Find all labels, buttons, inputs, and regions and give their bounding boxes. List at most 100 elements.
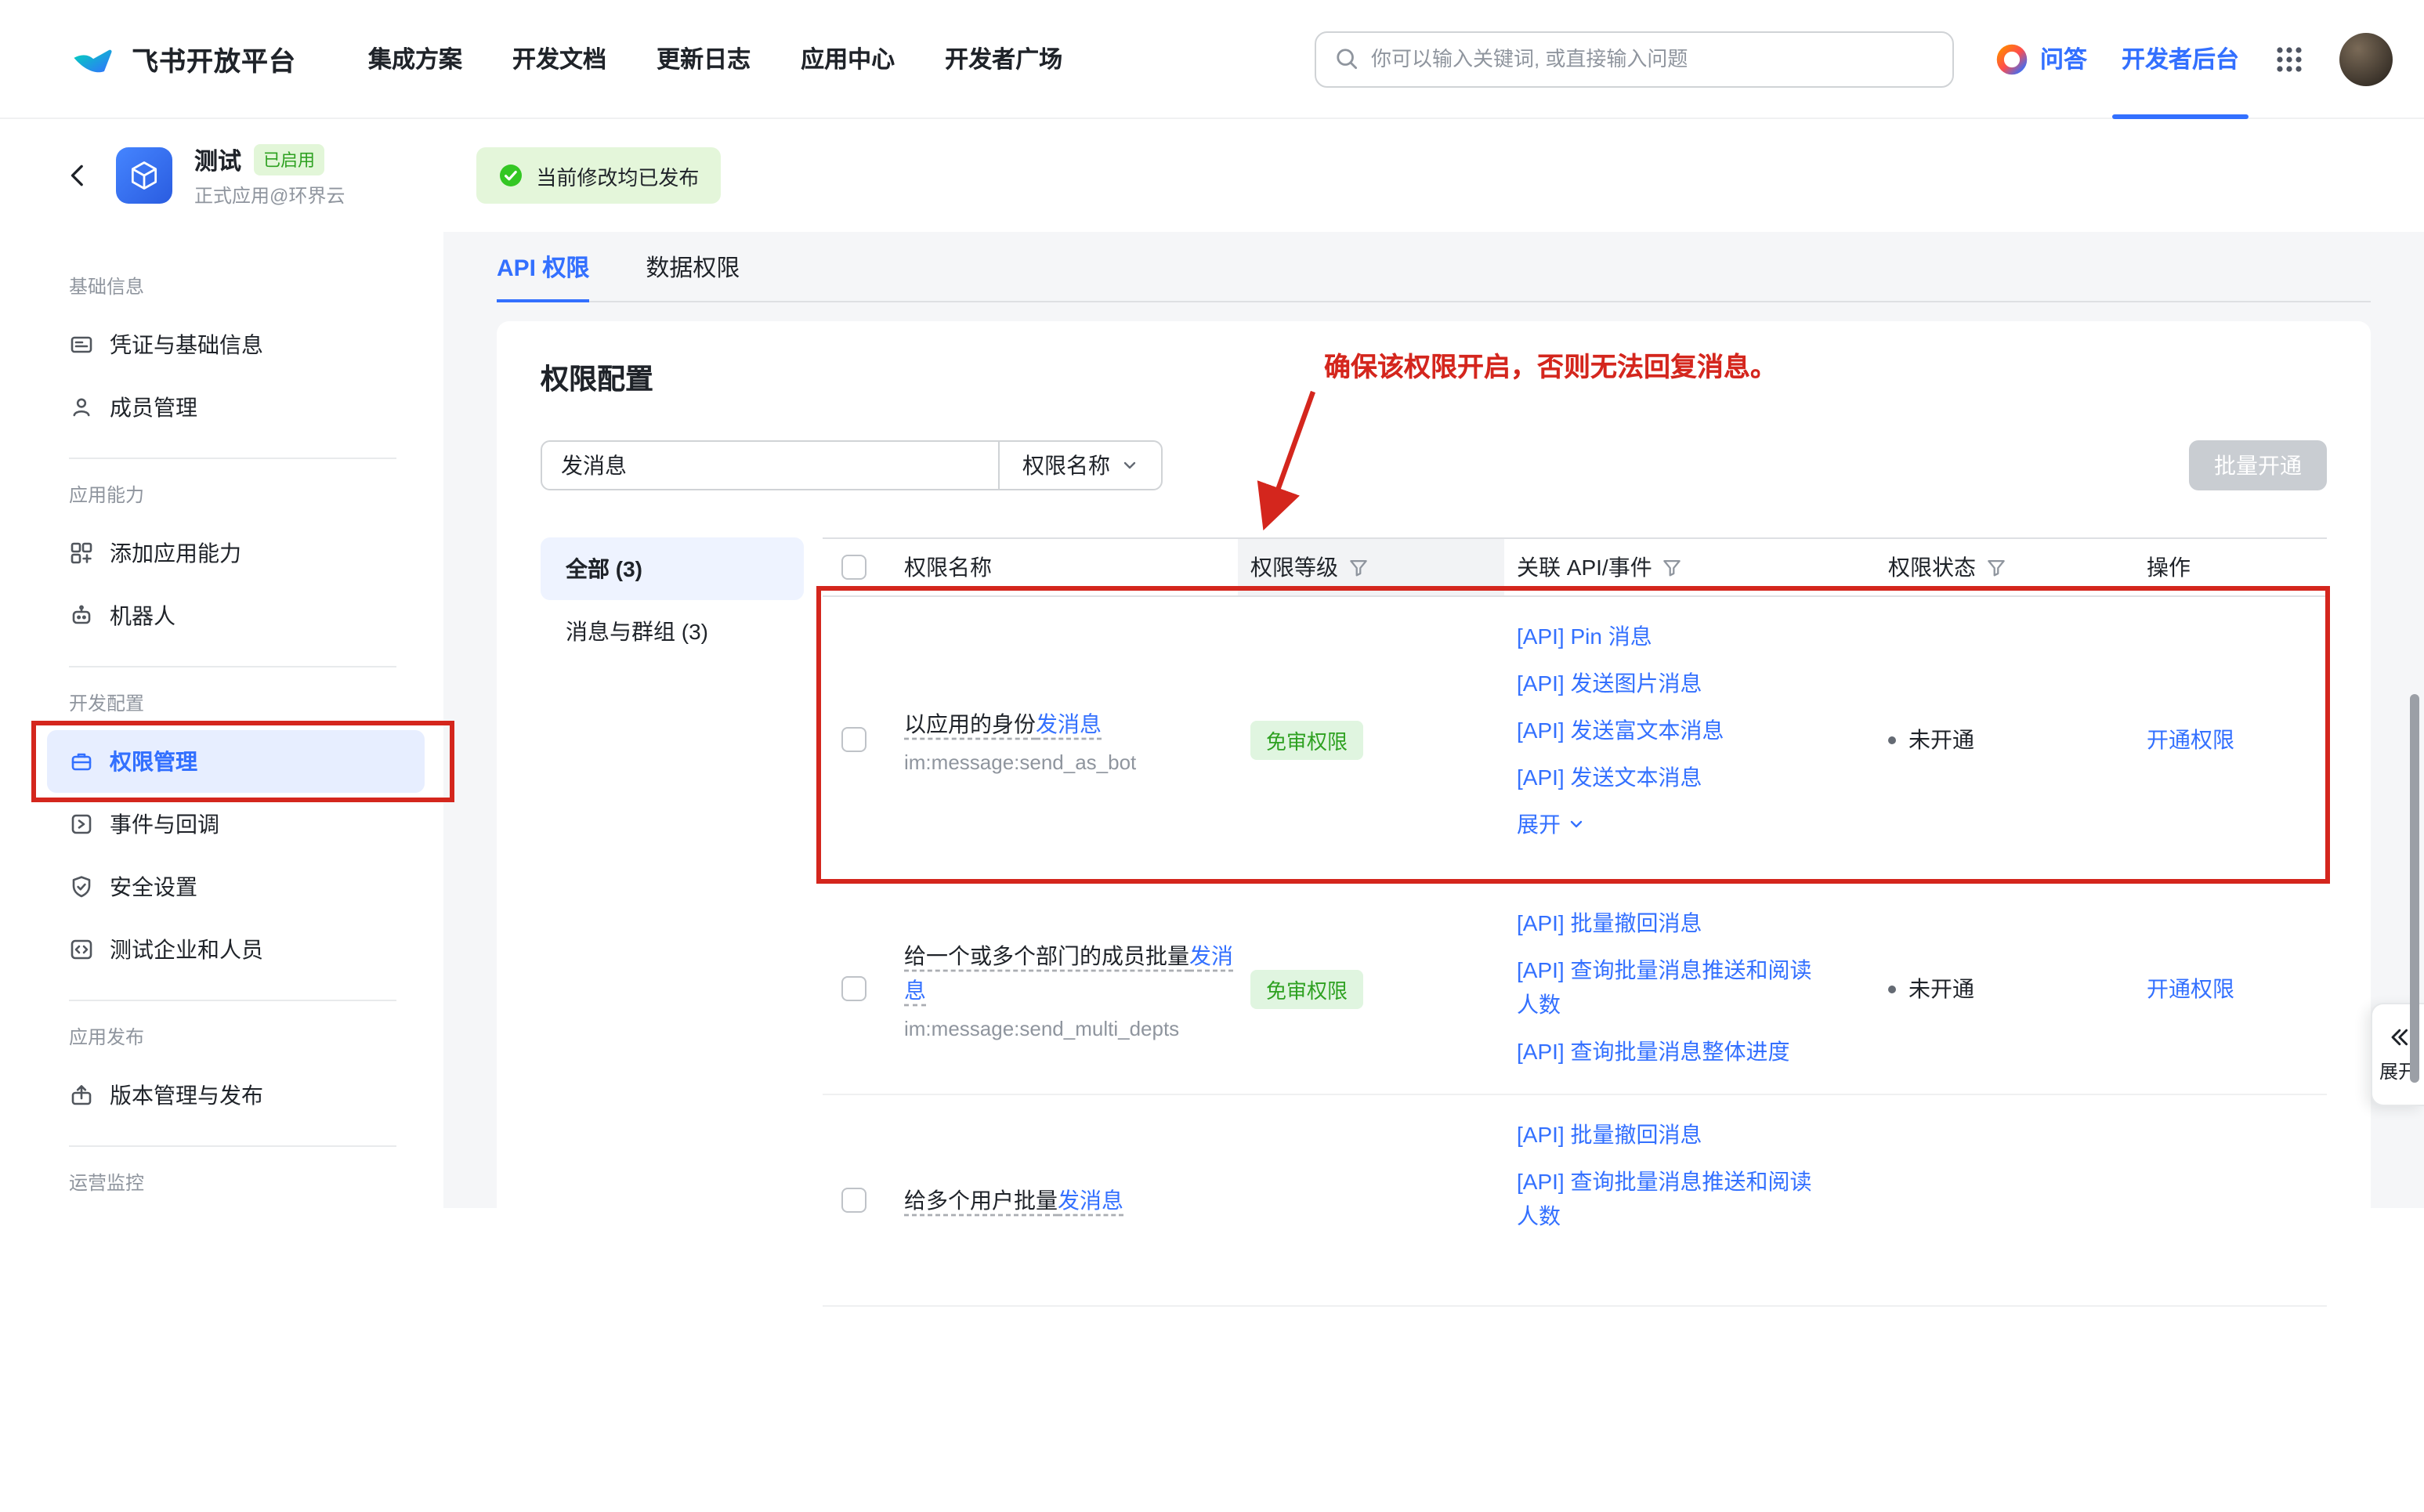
- nav-item-app-center[interactable]: 应用中心: [801, 42, 895, 75]
- table-row: 以应用的身份发消息 im:message:send_as_bot 免审权限 [A…: [823, 597, 2327, 884]
- select-all-checkbox[interactable]: [841, 555, 866, 580]
- open-permission-link[interactable]: 开通权限: [2147, 973, 2234, 1004]
- sidebar-item-security[interactable]: 安全设置: [47, 855, 425, 918]
- event-callback-icon: [69, 812, 94, 837]
- page-title: 权限配置: [541, 359, 2327, 400]
- sidebar-item-label: 权限管理: [110, 746, 197, 777]
- divider: [69, 666, 396, 667]
- category-all[interactable]: 全部 (3): [541, 537, 804, 600]
- sidebar-item-credentials[interactable]: 凭证与基础信息: [47, 313, 425, 376]
- qa-link[interactable]: 问答: [1995, 42, 2087, 76]
- qa-ring-icon: [1995, 42, 2029, 76]
- tab-api-permission[interactable]: API 权限: [497, 232, 589, 301]
- dev-console-link[interactable]: 开发者后台: [2122, 0, 2239, 118]
- sidebar-item-permissions[interactable]: 权限管理: [47, 730, 425, 793]
- app-header-bar: 测试 已启用 正式应用@环界云 当前修改均已发布: [0, 119, 2424, 232]
- search-input[interactable]: [1371, 47, 1934, 71]
- apps-grid-icon[interactable]: [2274, 43, 2305, 74]
- search-icon: [1335, 47, 1359, 71]
- filter-label: 权限名称: [1022, 450, 1110, 481]
- brand-logo[interactable]: 飞书开放平台: [69, 35, 296, 82]
- sidebar-section-basic: 基础信息: [47, 260, 425, 313]
- member-person-icon: [69, 395, 94, 420]
- table-row: 给多个用户批量发消息 [API] 批量撤回消息 [API] 查询批量消息推送和阅…: [823, 1095, 2327, 1307]
- nav-item-integration[interactable]: 集成方案: [368, 42, 462, 75]
- api-link[interactable]: [API] 查询批量消息推送和阅读人数: [1517, 1164, 1829, 1233]
- qa-label: 问答: [2040, 42, 2087, 75]
- sidebar-item-label: 机器人: [110, 600, 175, 631]
- permission-name: 给多个用户批量发消息: [904, 1183, 1123, 1217]
- nav-item-docs[interactable]: 开发文档: [512, 42, 606, 75]
- bulk-approve-button[interactable]: 批量开通: [2189, 440, 2327, 490]
- sidebar-section-release: 应用发布: [47, 1011, 425, 1064]
- grid-plus-icon: [69, 541, 94, 566]
- sidebar-item-add-capability[interactable]: 添加应用能力: [47, 522, 425, 584]
- api-link[interactable]: [API] 查询批量消息整体进度: [1517, 1034, 1829, 1069]
- api-link[interactable]: [API] 发送图片消息: [1517, 666, 1829, 700]
- sidebar-item-bot[interactable]: 机器人: [47, 584, 425, 647]
- sidebar-section-capability: 应用能力: [47, 468, 425, 522]
- expand-apis-link[interactable]: 展开: [1517, 807, 1586, 841]
- toolbar: 权限名称 批量开通: [541, 440, 2327, 490]
- table-row: 给一个或多个部门的成员批量发消息 im:message:send_multi_d…: [823, 884, 2327, 1095]
- sidebar-item-members[interactable]: 成员管理: [47, 376, 425, 439]
- publish-status-text: 当前修改均已发布: [536, 161, 699, 190]
- sidebar-item-events[interactable]: 事件与回调: [47, 793, 425, 855]
- header-action: 操作: [2147, 552, 2191, 583]
- back-button[interactable]: [63, 160, 94, 191]
- user-avatar[interactable]: [2339, 32, 2393, 85]
- level-badge: 免审权限: [1250, 720, 1363, 759]
- permission-briefcase-icon: [69, 749, 94, 774]
- status-dot: [1888, 736, 1896, 743]
- header-api: 关联 API/事件: [1517, 552, 1652, 583]
- app-cube-icon: [116, 147, 172, 204]
- permission-search-input[interactable]: [542, 442, 998, 489]
- status-text: 未开通: [1908, 724, 1974, 755]
- api-link[interactable]: [API] 发送富文本消息: [1517, 713, 1829, 747]
- api-link[interactable]: [API] 批量撤回消息: [1517, 1117, 1829, 1152]
- publish-box-icon: [69, 1083, 94, 1108]
- sidebar: 基础信息 凭证与基础信息 成员管理 应用能力 添加应用能力: [0, 232, 443, 1208]
- header-status: 权限状态: [1888, 552, 1976, 583]
- app-meta: 测试 已启用 正式应用@环界云: [194, 143, 345, 208]
- permission-table: 权限名称 权限等级 关联 API/事件: [823, 537, 2327, 1307]
- level-badge: 免审权限: [1250, 969, 1363, 1008]
- sidebar-item-label: 测试企业和人员: [110, 934, 263, 965]
- api-link[interactable]: [API] Pin 消息: [1517, 619, 1829, 653]
- enabled-badge: 已启用: [254, 144, 324, 175]
- sidebar-item-label: 版本管理与发布: [110, 1080, 263, 1111]
- category-list: 全部 (3) 消息与群组 (3): [541, 537, 804, 1307]
- sidebar-section-dev-config: 开发配置: [47, 677, 425, 730]
- api-link[interactable]: [API] 批量撤回消息: [1517, 906, 1829, 940]
- row-checkbox[interactable]: [841, 727, 866, 752]
- api-link[interactable]: [API] 发送文本消息: [1517, 760, 1829, 794]
- app-subtitle: 正式应用@环界云: [194, 181, 345, 208]
- nav-item-changelog[interactable]: 更新日志: [657, 42, 751, 75]
- filter-funnel-icon[interactable]: [1662, 556, 1684, 578]
- search-filter-dropdown[interactable]: 权限名称: [998, 442, 1161, 489]
- permission-code: im:message:send_multi_depts: [904, 1016, 1179, 1040]
- main-content: API 权限 数据权限 权限配置 权限名称: [443, 232, 2424, 1208]
- header-name: 权限名称: [904, 552, 992, 583]
- row-checkbox[interactable]: [841, 1188, 866, 1213]
- back-chevron-icon: [63, 160, 94, 191]
- shield-check-icon: [69, 874, 94, 899]
- vertical-scrollbar[interactable]: [2410, 694, 2419, 1083]
- nav-item-dev-plaza[interactable]: 开发者广场: [945, 42, 1062, 75]
- sidebar-item-label: 添加应用能力: [110, 537, 241, 569]
- app-name: 测试: [194, 143, 241, 176]
- status-dot: [1888, 985, 1896, 993]
- tab-data-permission[interactable]: 数据权限: [646, 232, 740, 301]
- sidebar-item-test-org[interactable]: 测试企业和人员: [47, 918, 425, 981]
- api-link[interactable]: [API] 查询批量消息推送和阅读人数: [1517, 953, 1829, 1022]
- chevron-down-icon: [1567, 815, 1586, 834]
- category-message-group[interactable]: 消息与群组 (3): [541, 600, 804, 663]
- table-header: 权限名称 权限等级 关联 API/事件: [823, 537, 2327, 597]
- filter-funnel-icon[interactable]: [1348, 556, 1369, 578]
- row-checkbox[interactable]: [841, 976, 866, 1001]
- open-permission-link[interactable]: 开通权限: [2147, 724, 2234, 755]
- global-search[interactable]: [1315, 31, 1954, 87]
- sidebar-item-version-release[interactable]: 版本管理与发布: [47, 1064, 425, 1127]
- permission-name: 以应用的身份发消息: [904, 706, 1102, 740]
- filter-funnel-icon[interactable]: [1985, 556, 2007, 578]
